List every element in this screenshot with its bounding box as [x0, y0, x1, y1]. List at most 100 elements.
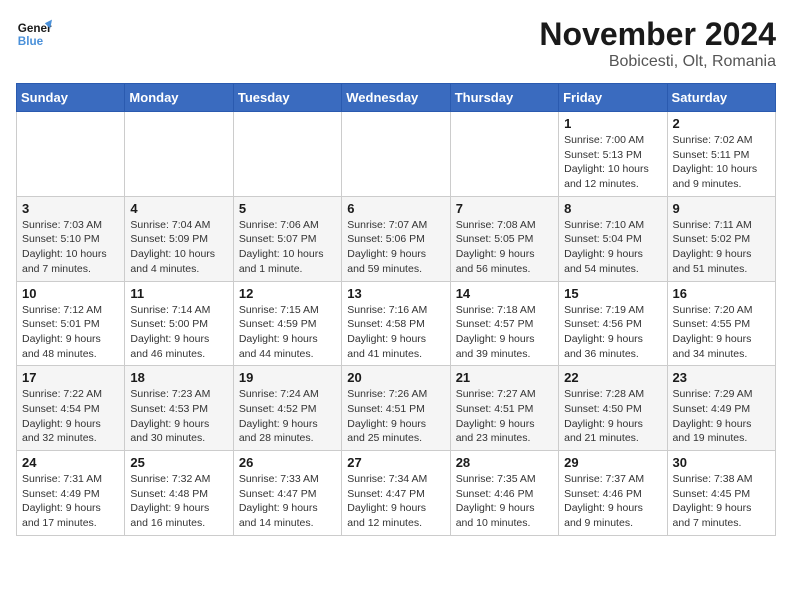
day-number: 4	[130, 201, 227, 216]
day-number: 28	[456, 455, 553, 470]
day-info: Sunrise: 7:19 AM Sunset: 4:56 PM Dayligh…	[564, 303, 661, 362]
calendar-week-row: 10 Sunrise: 7:12 AM Sunset: 5:01 PM Dayli…	[17, 281, 776, 366]
day-number: 13	[347, 286, 444, 301]
calendar-cell: 13 Sunrise: 7:16 AM Sunset: 4:58 PM Dayli…	[342, 281, 450, 366]
day-number: 5	[239, 201, 336, 216]
calendar-cell: 26Sunrise: 7:33 AM Sunset: 4:47 PM Dayli…	[233, 451, 341, 536]
day-number: 2	[673, 116, 770, 131]
day-number: 22	[564, 370, 661, 385]
calendar-cell: 15 Sunrise: 7:19 AM Sunset: 4:56 PM Dayli…	[559, 281, 667, 366]
calendar-cell: 28 Sunrise: 7:35 AM Sunset: 4:46 PM Dayli…	[450, 451, 558, 536]
day-info: Sunrise: 7:37 AM Sunset: 4:46 PM Dayligh…	[564, 472, 661, 531]
calendar-cell: 7 Sunrise: 7:08 AM Sunset: 5:05 PM Daylig…	[450, 196, 558, 281]
logo-icon: General Blue	[16, 16, 52, 52]
day-header-sunday: Sunday	[17, 84, 125, 112]
day-number: 8	[564, 201, 661, 216]
day-number: 26	[239, 455, 336, 470]
day-info: Sunrise: 7:16 AM Sunset: 4:58 PM Dayligh…	[347, 303, 444, 362]
day-info: Sunrise: 7:34 AM Sunset: 4:47 PM Dayligh…	[347, 472, 444, 531]
day-info: Sunrise: 7:22 AM Sunset: 4:54 PM Dayligh…	[22, 387, 119, 446]
location: Bobicesti, Olt, Romania	[539, 53, 776, 71]
day-info: Sunrise: 7:04 AM Sunset: 5:09 PM Dayligh…	[130, 218, 227, 277]
day-info: Sunrise: 7:20 AM Sunset: 4:55 PM Dayligh…	[673, 303, 770, 362]
day-number: 23	[673, 370, 770, 385]
calendar-cell: 29Sunrise: 7:37 AM Sunset: 4:46 PM Dayli…	[559, 451, 667, 536]
day-info: Sunrise: 7:24 AM Sunset: 4:52 PM Dayligh…	[239, 387, 336, 446]
day-info: Sunrise: 7:38 AM Sunset: 4:45 PM Dayligh…	[673, 472, 770, 531]
day-number: 24	[22, 455, 119, 470]
day-number: 19	[239, 370, 336, 385]
day-number: 7	[456, 201, 553, 216]
logo: General Blue	[16, 16, 52, 52]
calendar-cell: 4 Sunrise: 7:04 AM Sunset: 5:09 PM Daylig…	[125, 196, 233, 281]
day-info: Sunrise: 7:18 AM Sunset: 4:57 PM Dayligh…	[456, 303, 553, 362]
day-number: 14	[456, 286, 553, 301]
calendar-cell: 3 Sunrise: 7:03 AM Sunset: 5:10 PM Daylig…	[17, 196, 125, 281]
calendar-cell	[233, 112, 341, 197]
day-number: 20	[347, 370, 444, 385]
day-info: Sunrise: 7:02 AM Sunset: 5:11 PM Dayligh…	[673, 133, 770, 192]
day-info: Sunrise: 7:07 AM Sunset: 5:06 PM Dayligh…	[347, 218, 444, 277]
day-header-wednesday: Wednesday	[342, 84, 450, 112]
calendar-week-row: 1 Sunrise: 7:00 AM Sunset: 5:13 PM Daylig…	[17, 112, 776, 197]
day-number: 9	[673, 201, 770, 216]
calendar-header-row: SundayMondayTuesdayWednesdayThursdayFrid…	[17, 84, 776, 112]
calendar-cell: 30 Sunrise: 7:38 AM Sunset: 4:45 PM Dayli…	[667, 451, 775, 536]
day-header-monday: Monday	[125, 84, 233, 112]
calendar-cell: 17 Sunrise: 7:22 AM Sunset: 4:54 PM Dayli…	[17, 366, 125, 451]
day-header-saturday: Saturday	[667, 84, 775, 112]
calendar-cell	[450, 112, 558, 197]
day-number: 1	[564, 116, 661, 131]
month-title: November 2024	[539, 16, 776, 53]
day-number: 18	[130, 370, 227, 385]
day-number: 21	[456, 370, 553, 385]
calendar-cell: 22 Sunrise: 7:28 AM Sunset: 4:50 PM Dayli…	[559, 366, 667, 451]
day-number: 27	[347, 455, 444, 470]
calendar-week-row: 3 Sunrise: 7:03 AM Sunset: 5:10 PM Daylig…	[17, 196, 776, 281]
calendar-cell: 12 Sunrise: 7:15 AM Sunset: 4:59 PM Dayli…	[233, 281, 341, 366]
day-number: 15	[564, 286, 661, 301]
day-header-thursday: Thursday	[450, 84, 558, 112]
day-number: 12	[239, 286, 336, 301]
day-info: Sunrise: 7:23 AM Sunset: 4:53 PM Dayligh…	[130, 387, 227, 446]
calendar-cell	[17, 112, 125, 197]
day-info: Sunrise: 7:10 AM Sunset: 5:04 PM Dayligh…	[564, 218, 661, 277]
svg-text:Blue: Blue	[18, 35, 44, 48]
calendar-cell: 6Sunrise: 7:07 AM Sunset: 5:06 PM Daylig…	[342, 196, 450, 281]
day-info: Sunrise: 7:00 AM Sunset: 5:13 PM Dayligh…	[564, 133, 661, 192]
calendar-cell: 9Sunrise: 7:11 AM Sunset: 5:02 PM Daylig…	[667, 196, 775, 281]
calendar-cell	[342, 112, 450, 197]
day-number: 3	[22, 201, 119, 216]
calendar-week-row: 17 Sunrise: 7:22 AM Sunset: 4:54 PM Dayli…	[17, 366, 776, 451]
day-info: Sunrise: 7:28 AM Sunset: 4:50 PM Dayligh…	[564, 387, 661, 446]
day-info: Sunrise: 7:15 AM Sunset: 4:59 PM Dayligh…	[239, 303, 336, 362]
calendar-cell: 10 Sunrise: 7:12 AM Sunset: 5:01 PM Dayli…	[17, 281, 125, 366]
calendar-cell: 27 Sunrise: 7:34 AM Sunset: 4:47 PM Dayli…	[342, 451, 450, 536]
day-info: Sunrise: 7:12 AM Sunset: 5:01 PM Dayligh…	[22, 303, 119, 362]
calendar-cell: 8 Sunrise: 7:10 AM Sunset: 5:04 PM Daylig…	[559, 196, 667, 281]
day-info: Sunrise: 7:35 AM Sunset: 4:46 PM Dayligh…	[456, 472, 553, 531]
day-number: 10	[22, 286, 119, 301]
calendar-cell: 19 Sunrise: 7:24 AM Sunset: 4:52 PM Dayli…	[233, 366, 341, 451]
day-info: Sunrise: 7:14 AM Sunset: 5:00 PM Dayligh…	[130, 303, 227, 362]
calendar-cell: 14 Sunrise: 7:18 AM Sunset: 4:57 PM Dayli…	[450, 281, 558, 366]
day-info: Sunrise: 7:03 AM Sunset: 5:10 PM Dayligh…	[22, 218, 119, 277]
day-number: 17	[22, 370, 119, 385]
day-info: Sunrise: 7:29 AM Sunset: 4:49 PM Dayligh…	[673, 387, 770, 446]
day-info: Sunrise: 7:31 AM Sunset: 4:49 PM Dayligh…	[22, 472, 119, 531]
day-number: 30	[673, 455, 770, 470]
calendar-cell: 1 Sunrise: 7:00 AM Sunset: 5:13 PM Daylig…	[559, 112, 667, 197]
day-info: Sunrise: 7:08 AM Sunset: 5:05 PM Dayligh…	[456, 218, 553, 277]
calendar-cell: 20Sunrise: 7:26 AM Sunset: 4:51 PM Dayli…	[342, 366, 450, 451]
calendar-cell: 16 Sunrise: 7:20 AM Sunset: 4:55 PM Dayli…	[667, 281, 775, 366]
day-info: Sunrise: 7:27 AM Sunset: 4:51 PM Dayligh…	[456, 387, 553, 446]
calendar-cell: 5Sunrise: 7:06 AM Sunset: 5:07 PM Daylig…	[233, 196, 341, 281]
day-info: Sunrise: 7:32 AM Sunset: 4:48 PM Dayligh…	[130, 472, 227, 531]
day-number: 16	[673, 286, 770, 301]
calendar-cell: 2 Sunrise: 7:02 AM Sunset: 5:11 PM Daylig…	[667, 112, 775, 197]
calendar-week-row: 24 Sunrise: 7:31 AM Sunset: 4:49 PM Dayli…	[17, 451, 776, 536]
calendar-table: SundayMondayTuesdayWednesdayThursdayFrid…	[16, 83, 776, 536]
calendar-cell: 11Sunrise: 7:14 AM Sunset: 5:00 PM Dayli…	[125, 281, 233, 366]
day-number: 25	[130, 455, 227, 470]
calendar-cell: 23 Sunrise: 7:29 AM Sunset: 4:49 PM Dayli…	[667, 366, 775, 451]
